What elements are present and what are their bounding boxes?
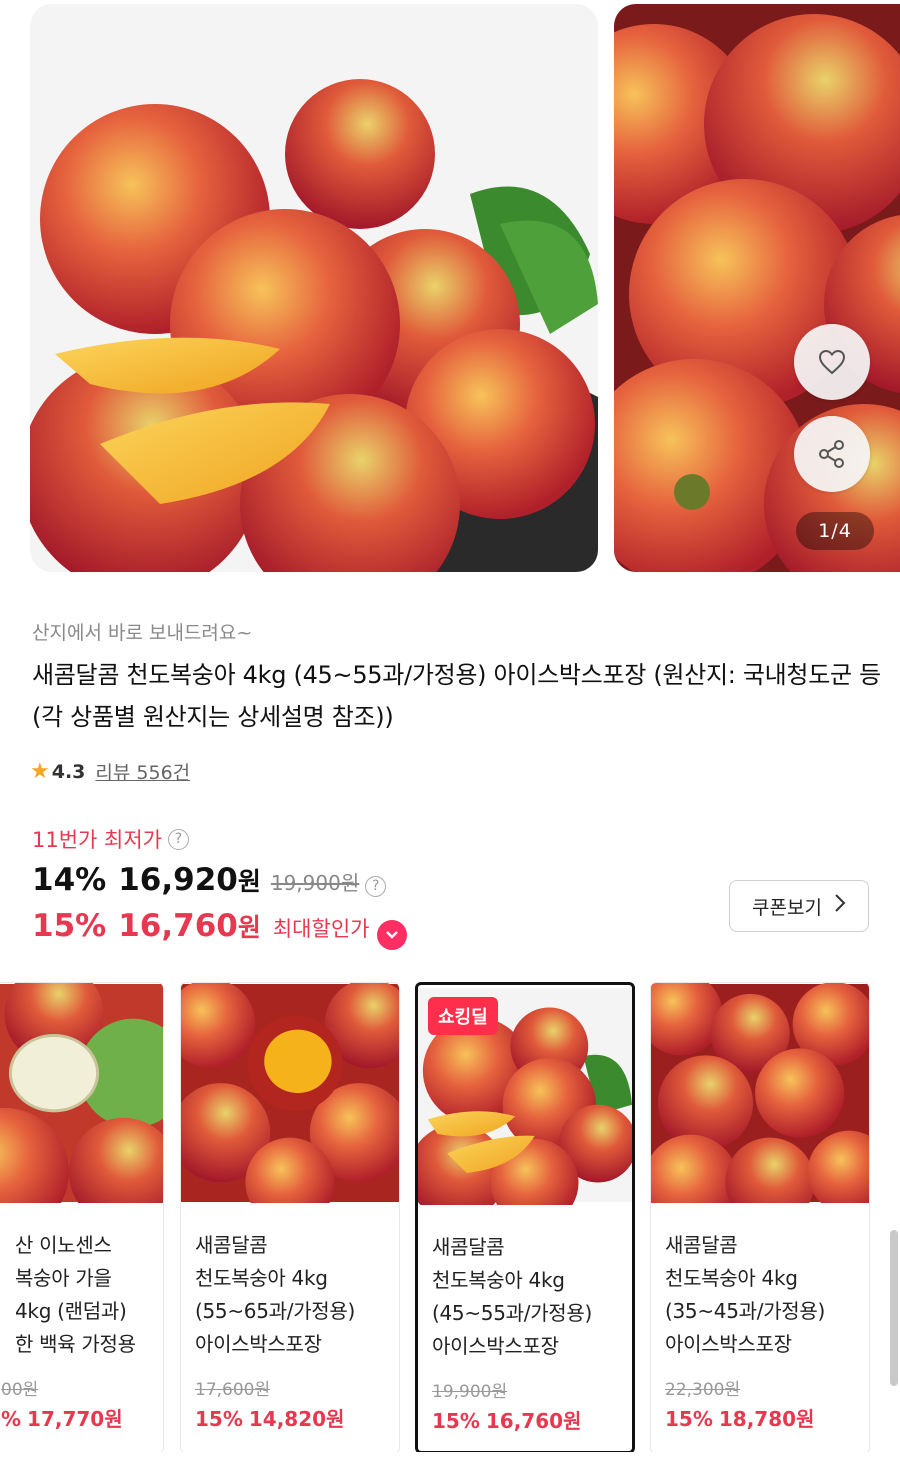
shocking-deal-badge: 쇼킹딜	[428, 997, 498, 1035]
star-icon: ★	[30, 759, 50, 784]
price-unit: 원	[237, 867, 261, 896]
option-price: 15% 14,820원	[195, 1403, 344, 1432]
lowest-price-label-row: 11번가 최저가 ?	[32, 824, 189, 854]
option-card[interactable]: 산 이노센스 복숭아 가을 4kg (랜덤과) 한 백육 가정용 00원 % 17…	[0, 982, 164, 1452]
option-discount-rate: 15%	[195, 1407, 243, 1431]
nectarine-photo-1	[30, 4, 598, 572]
option-discount-rate: 15%	[432, 1409, 480, 1433]
option-sale-price: 18,780원	[718, 1407, 815, 1431]
option-price: 15% 18,780원	[665, 1403, 814, 1432]
option-image	[181, 983, 399, 1203]
coupon-button-label: 쿠폰보기	[752, 896, 822, 919]
product-image-second[interactable]	[614, 4, 900, 572]
option-name: 새콤달콤 천도복숭아 4kg (45~55과/가정용) 아이스박스포장	[432, 1235, 593, 1358]
share-icon	[819, 440, 844, 468]
option-sale-price: 14,820원	[248, 1407, 345, 1431]
option-name: 산 이노센스 복숭아 가을 4kg (랜덤과) 한 백육 가정용	[15, 1233, 136, 1356]
max-discount-price: 16,760	[118, 908, 238, 944]
page-scrollbar[interactable]	[890, 1230, 898, 1386]
max-discount-rate: 15%	[32, 908, 107, 944]
help-icon[interactable]: ?	[365, 875, 387, 897]
rating-value: 4.3	[51, 760, 86, 783]
option-price: 15% 16,760원	[432, 1405, 581, 1434]
product-image-gallery[interactable]: 1/4	[0, 0, 900, 590]
price-row-max-discount: 15% 16,760 원 최대할인가	[32, 908, 408, 950]
option-name: 새콤달콤 천도복숭아 4kg (55~65과/가정용) 아이스박스포장	[195, 1233, 356, 1356]
product-image-main[interactable]	[30, 4, 598, 572]
option-card-selected[interactable]: 쇼킹딜 새콤달콤 천도복숭아 4kg (45~55과/가정용) 아이스박스포장 …	[415, 982, 635, 1452]
option-sale-price: 17,770원	[27, 1407, 123, 1431]
original-price: 19,900원	[270, 871, 360, 895]
chevron-right-icon	[834, 893, 846, 919]
option-sale-price: 16,760원	[485, 1409, 582, 1433]
option-discount-rate: 15%	[665, 1407, 713, 1431]
option-discount-rate: %	[1, 1407, 22, 1431]
option-image	[651, 983, 869, 1203]
help-icon[interactable]: ?	[168, 828, 189, 850]
option-image	[0, 983, 163, 1203]
lowest-price-label: 11번가 최저가	[32, 828, 162, 852]
price-unit: 원	[237, 913, 261, 942]
option-original-price: 17,600원	[195, 1380, 271, 1400]
option-carousel[interactable]: 산 이노센스 복숭아 가을 4kg (랜덤과) 한 백육 가정용 00원 % 17…	[0, 982, 900, 1452]
chevron-down-icon[interactable]	[377, 920, 408, 950]
product-subtitle: 산지에서 바로 보내드려요~	[32, 622, 253, 644]
price-row-regular: 14% 16,920 원 19,900원 ?	[32, 862, 387, 898]
image-counter: 1/4	[796, 512, 874, 550]
review-count-link[interactable]: 리뷰 556건	[95, 758, 190, 785]
option-card[interactable]: 새콤달콤 천도복숭아 4kg (55~65과/가정용) 아이스박스포장 17,6…	[180, 982, 400, 1452]
discount-rate: 14%	[32, 862, 107, 898]
heart-outline-icon	[818, 349, 846, 375]
rating-row: ★ 4.3 리뷰 556건	[30, 758, 190, 785]
like-button[interactable]	[794, 324, 870, 400]
option-original-price: 00원	[1, 1380, 39, 1400]
option-name: 새콤달콤 천도복숭아 4kg (35~45과/가정용) 아이스박스포장	[665, 1233, 826, 1356]
nectarine-photo-2	[614, 4, 900, 572]
option-original-price: 19,900원	[432, 1382, 508, 1402]
option-price: % 17,770원	[1, 1403, 123, 1432]
sale-price: 16,920	[118, 862, 238, 898]
share-button[interactable]	[794, 416, 870, 492]
option-card[interactable]: 새콤달콤 천도복숭아 4kg (35~45과/가정용) 아이스박스포장 22,3…	[650, 982, 870, 1452]
max-discount-label[interactable]: 최대할인가	[273, 913, 370, 943]
option-original-price: 22,300원	[665, 1380, 741, 1400]
product-title: 새콤달콤 천도복숭아 4kg (45~55과/가정용) 아이스박스포장 (원산지…	[32, 661, 881, 731]
view-coupons-button[interactable]: 쿠폰보기	[729, 880, 869, 932]
